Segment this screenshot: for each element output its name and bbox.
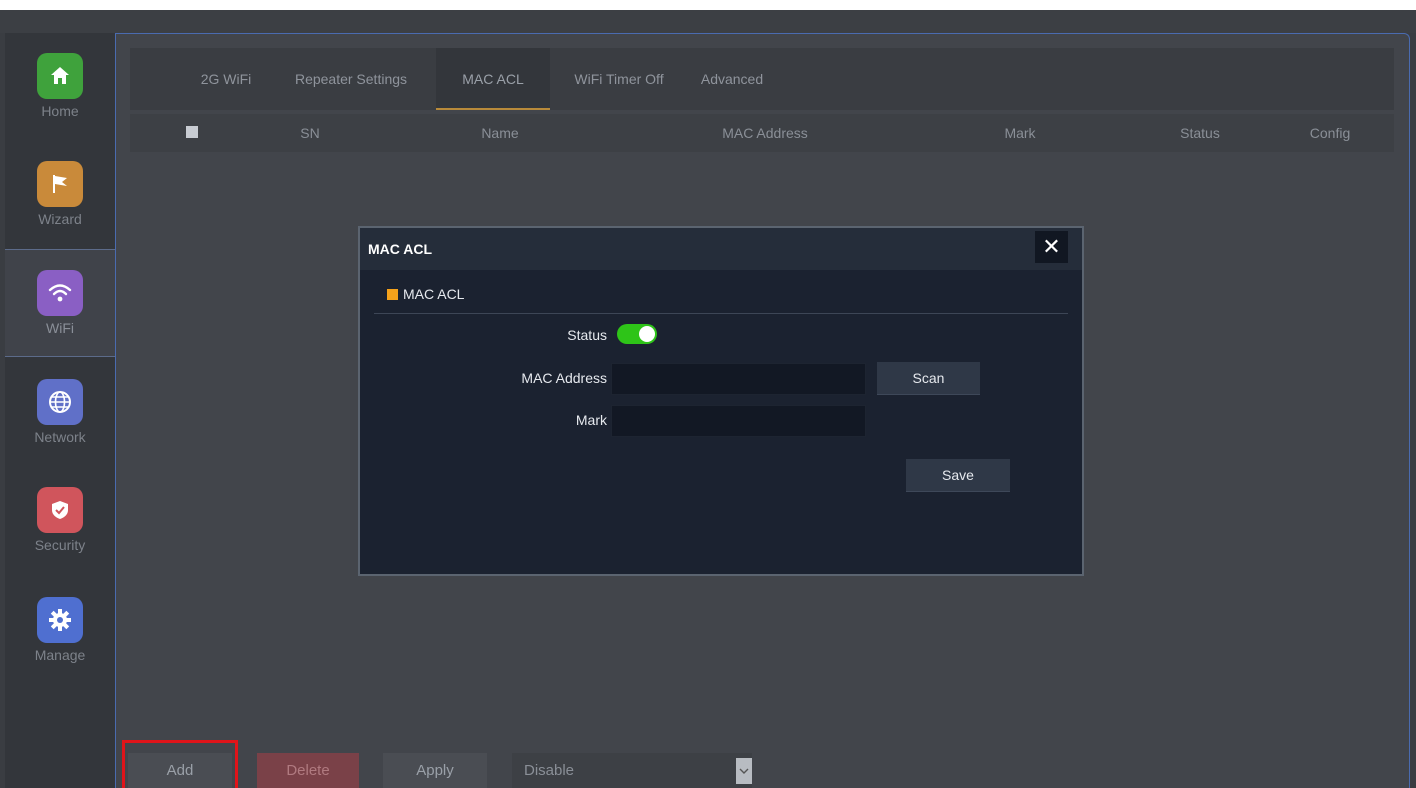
mode-select-value: Disable <box>524 762 575 779</box>
sidebar-item-label: Home <box>41 103 79 119</box>
sidebar-item-label: Network <box>34 429 86 445</box>
tab-wifi-timer-off[interactable]: WiFi Timer Off <box>564 48 674 110</box>
column-header-config: Config <box>1309 125 1351 141</box>
apply-button[interactable]: Apply <box>383 753 487 788</box>
dialog-header: MAC ACL ✕ <box>360 228 1082 270</box>
sidebar-item-home[interactable]: Home <box>5 33 115 141</box>
sidebar: Home Wizard WiFi Network Security Manage <box>5 33 115 788</box>
column-header-mark: Mark <box>1004 125 1036 141</box>
select-all-checkbox[interactable] <box>186 126 198 138</box>
chevron-down-icon[interactable] <box>736 758 752 784</box>
column-header-mac-address: MAC Address <box>722 125 808 141</box>
column-header-name: Name <box>481 125 519 141</box>
mark-input[interactable] <box>611 405 866 437</box>
tab-2g-wifi[interactable]: 2G WiFi <box>196 48 256 110</box>
sidebar-item-wizard[interactable]: Wizard <box>5 141 115 249</box>
section-title: MAC ACL <box>403 286 465 302</box>
mac-address-label: MAC Address <box>521 370 607 386</box>
mac-acl-dialog: MAC ACL ✕ MAC ACL Status MAC Address Sca… <box>358 226 1084 576</box>
tab-mac-acl[interactable]: MAC ACL <box>436 48 550 110</box>
sidebar-item-label: Manage <box>34 647 86 663</box>
tab-repeater-settings[interactable]: Repeater Settings <box>276 48 426 110</box>
tab-advanced[interactable]: Advanced <box>692 48 772 110</box>
table-header: SN Name MAC Address Mark Status Config <box>130 114 1394 152</box>
scan-button[interactable]: Scan <box>877 362 980 395</box>
delete-button[interactable]: Delete <box>257 753 359 788</box>
sidebar-item-label: Wizard <box>38 211 82 227</box>
shield-icon <box>37 487 83 533</box>
gear-icon <box>37 597 83 643</box>
column-header-status: Status <box>1180 125 1220 141</box>
status-toggle[interactable] <box>617 324 657 344</box>
close-button[interactable]: ✕ <box>1035 231 1068 263</box>
tab-bar: 2G WiFi Repeater Settings MAC ACL WiFi T… <box>130 48 1394 110</box>
globe-icon <box>37 379 83 425</box>
close-icon: ✕ <box>1042 234 1061 259</box>
top-strip <box>0 0 1416 10</box>
mark-label: Mark <box>575 412 607 428</box>
mac-address-input[interactable] <box>611 363 866 395</box>
toggle-knob <box>639 326 655 342</box>
flag-icon <box>37 161 83 207</box>
section-marker <box>387 289 398 300</box>
sidebar-item-label: WiFi <box>46 320 74 336</box>
column-header-sn: SN <box>300 125 320 141</box>
sidebar-item-label: Security <box>34 537 86 553</box>
mode-select[interactable]: Disable <box>512 753 752 788</box>
sidebar-item-wifi[interactable]: WiFi <box>5 249 115 357</box>
add-button[interactable]: Add <box>128 753 232 788</box>
home-icon <box>37 53 83 99</box>
save-button[interactable]: Save <box>906 459 1010 492</box>
dialog-title: MAC ACL <box>368 241 433 257</box>
wifi-icon <box>37 270 83 316</box>
section-divider <box>374 313 1068 314</box>
sidebar-item-manage[interactable]: Manage <box>5 577 115 685</box>
header-band <box>0 10 1416 33</box>
sidebar-item-network[interactable]: Network <box>5 359 115 467</box>
status-label: Status <box>567 327 607 343</box>
sidebar-item-security[interactable]: Security <box>5 467 115 575</box>
